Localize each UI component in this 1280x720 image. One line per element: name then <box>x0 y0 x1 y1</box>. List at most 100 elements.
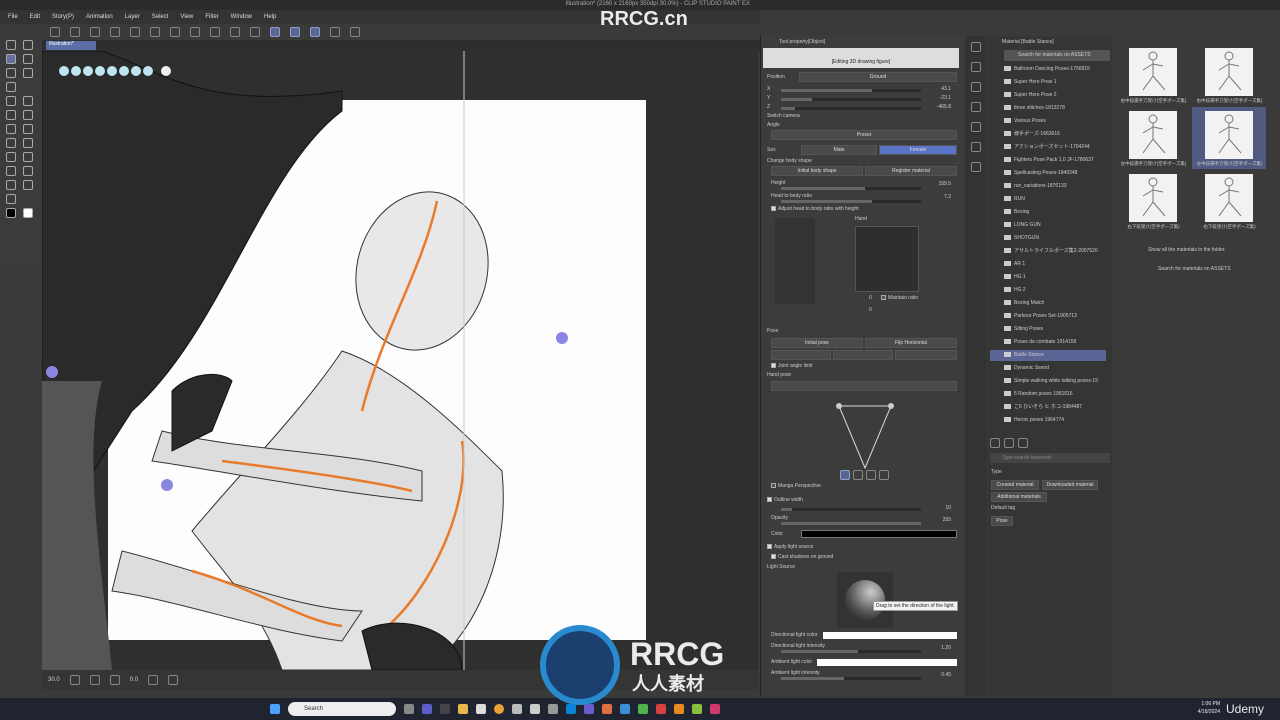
outline-width-slider[interactable] <box>781 508 921 511</box>
material-folder-item[interactable]: AR 1 <box>1004 259 1108 270</box>
cast-shadows-checkbox[interactable]: Cast shadows on ground <box>771 554 833 560</box>
pen-tool-icon[interactable] <box>6 96 16 106</box>
zoom-value[interactable]: 30.0 <box>48 677 60 683</box>
chrome-icon[interactable] <box>494 704 504 714</box>
history-icon[interactable] <box>971 162 981 172</box>
blend-icon[interactable] <box>6 138 16 148</box>
ground-button[interactable]: Ground <box>799 72 957 82</box>
app-icon[interactable] <box>440 704 450 714</box>
menu-edit[interactable]: Edit <box>30 14 40 20</box>
material-folder-item[interactable]: Boxing <box>1004 207 1108 218</box>
height-slider[interactable] <box>781 187 921 190</box>
flip-horizontal-button[interactable]: Flip Horizontal <box>865 338 957 348</box>
airbrush-icon[interactable] <box>23 110 33 120</box>
layer-icon[interactable] <box>971 122 981 132</box>
app-icon[interactable] <box>584 704 594 714</box>
operation-tool-icon[interactable] <box>6 54 16 64</box>
y-value[interactable]: -23.1 <box>940 95 951 101</box>
pencil-icon[interactable] <box>310 27 320 37</box>
additional-materials-tag[interactable]: Additional materials <box>991 492 1047 502</box>
height-value[interactable]: 159.5 <box>938 181 951 187</box>
material-folder-item[interactable]: こ6 ひいそら ヒ ホコ-1984487 <box>1004 402 1108 413</box>
material-folder-item[interactable]: Sitting Poses <box>1004 324 1108 335</box>
light-sphere[interactable] <box>845 580 885 620</box>
menu-select[interactable]: Select <box>152 14 169 20</box>
menu-animation[interactable]: Animation <box>86 14 113 20</box>
dir-intensity-slider[interactable] <box>781 650 921 653</box>
app-icon[interactable] <box>692 704 702 714</box>
pose-action-2[interactable] <box>833 350 893 360</box>
hand-value-2[interactable]: 0 <box>869 307 872 313</box>
brush-tool-icon[interactable] <box>6 110 16 120</box>
clock[interactable]: 1:06 PM 4/18/2024 <box>1198 700 1220 716</box>
app-icon[interactable] <box>620 704 630 714</box>
manipulator-handle[interactable] <box>46 366 58 378</box>
dir-intensity-value[interactable]: 1.20 <box>941 645 951 651</box>
material-folder-item[interactable]: Dynamic Sword <box>1004 363 1108 374</box>
material-folder-item[interactable]: HG 2 <box>1004 285 1108 296</box>
menu-help[interactable]: Help <box>264 14 276 20</box>
female-button[interactable]: Female <box>879 145 957 155</box>
register-material-button[interactable]: Register material <box>865 166 957 176</box>
figure-icon[interactable] <box>23 152 33 162</box>
amb-light-color-swatch[interactable] <box>817 659 957 666</box>
material-folder-item[interactable]: Super Hero Pose 2 <box>1004 90 1108 101</box>
save-icon[interactable] <box>110 27 120 37</box>
switch-camera-label[interactable]: Switch camera <box>767 113 800 119</box>
clip-studio-icon[interactable] <box>530 704 540 714</box>
material-folder-item[interactable]: Battle Stance <box>990 350 1106 361</box>
export-icon[interactable] <box>130 27 140 37</box>
initial-body-button[interactable]: Initial body shape <box>771 166 863 176</box>
app-icon[interactable] <box>548 704 558 714</box>
balloon-icon[interactable] <box>23 180 33 190</box>
delete-icon[interactable] <box>1018 438 1028 448</box>
menu-view[interactable]: View <box>180 14 193 20</box>
material-folder-item[interactable]: LONG GUN <box>1004 220 1108 231</box>
outline-width-checkbox[interactable]: Outline width <box>767 497 803 503</box>
transform-icon[interactable] <box>230 27 240 37</box>
x-slider[interactable] <box>781 89 921 92</box>
redo-icon[interactable] <box>170 27 180 37</box>
magic-wand-icon[interactable] <box>23 68 33 78</box>
created-material-tag[interactable]: Created material <box>991 480 1039 490</box>
store-icon[interactable] <box>476 704 486 714</box>
3d-figure-drawing[interactable] <box>42 51 758 670</box>
material-icon[interactable] <box>971 142 981 152</box>
sub-color-swatch[interactable] <box>23 208 33 218</box>
eyedropper-icon[interactable] <box>6 82 16 92</box>
menu-window[interactable]: Window <box>231 14 252 20</box>
downloaded-material-tag[interactable]: Downloaded material <box>1042 480 1098 490</box>
flip-icon[interactable] <box>168 675 179 685</box>
color-wheel-icon[interactable] <box>971 82 981 92</box>
body-shape-preview[interactable] <box>775 218 815 304</box>
new-file-icon[interactable] <box>70 27 80 37</box>
undo-icon[interactable] <box>150 27 160 37</box>
gradient-icon[interactable] <box>6 152 16 162</box>
material-folder-item[interactable]: three stitches-1813278 <box>1004 103 1108 114</box>
search-assets-link[interactable]: Search for materials on ASSETS <box>1158 266 1231 272</box>
companion-icon[interactable] <box>350 27 360 37</box>
material-search-input[interactable]: Type search keywords <box>990 453 1110 463</box>
blender-icon[interactable] <box>674 704 684 714</box>
app-icon[interactable] <box>710 704 720 714</box>
adjust-head-checkbox[interactable]: Adjust head to body ratio with height <box>771 206 859 212</box>
maintain-ratio-checkbox[interactable]: Maintain ratio <box>881 295 918 301</box>
app-icon[interactable] <box>638 704 648 714</box>
device-icon[interactable] <box>330 27 340 37</box>
y-slider[interactable] <box>781 98 921 101</box>
material-folder-item[interactable]: Ballroom Dancing Poses-1756815 <box>1004 64 1108 75</box>
material-folder-item[interactable]: Spellcasting Poses-1849348 <box>1004 168 1108 179</box>
manipulator-handle[interactable] <box>556 332 568 344</box>
joint-angle-checkbox[interactable]: Joint angle limit <box>771 363 812 369</box>
material-folder-item[interactable]: 5 Random poses 1961616 <box>1004 389 1108 400</box>
menu-filter[interactable]: Filter <box>205 14 218 20</box>
decoration-icon[interactable] <box>6 124 16 134</box>
angle-value[interactable]: 0.0 <box>130 677 138 683</box>
canvas-tab[interactable]: Illustration* <box>46 41 96 50</box>
move-tool-icon[interactable] <box>23 54 33 64</box>
material-folder-item[interactable]: アサルトライフルポーズ集2-2007520 <box>1004 246 1108 257</box>
pen-icon[interactable] <box>270 27 280 37</box>
outline-width-value[interactable]: 10 <box>945 505 951 511</box>
fill-tool-icon[interactable] <box>23 138 33 148</box>
ruler-icon[interactable] <box>23 166 33 176</box>
